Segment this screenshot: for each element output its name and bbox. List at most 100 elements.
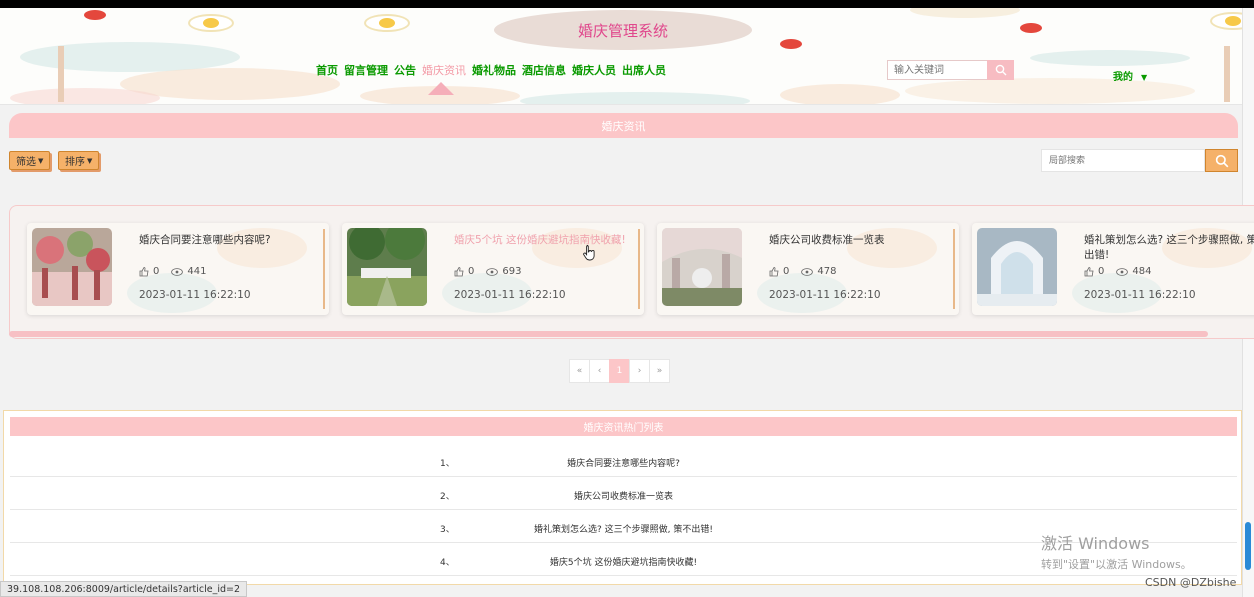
article-thumbnail[interactable] bbox=[662, 228, 742, 306]
strawberry-decoration bbox=[780, 39, 802, 49]
nav-item-wedding-news[interactable]: 婚庆资讯 bbox=[419, 63, 469, 79]
header-decoration bbox=[780, 84, 900, 104]
hot-list-link[interactable]: 婚庆5个坑 这份婚庆避坑指南快收藏! bbox=[370, 555, 877, 568]
sort-label: 排序 bbox=[65, 157, 85, 168]
like-count: 0 bbox=[468, 266, 475, 277]
article-thumbnail[interactable] bbox=[32, 228, 112, 306]
view-count: 441 bbox=[187, 266, 207, 277]
nav-item-wedding-items[interactable]: 婚礼物品 bbox=[469, 63, 519, 79]
page-last-button[interactable]: » bbox=[649, 359, 670, 383]
nav-active-marker bbox=[428, 82, 454, 95]
nav-item-notice[interactable]: 公告 bbox=[391, 63, 419, 79]
article-title[interactable]: 婚庆公司收费标准一览表 bbox=[769, 233, 957, 248]
egg-decoration bbox=[188, 14, 234, 32]
view-count: 484 bbox=[1132, 266, 1152, 277]
header-decoration bbox=[905, 78, 1195, 104]
strawberry-decoration bbox=[1020, 23, 1042, 33]
thumb-up-icon bbox=[454, 266, 464, 276]
caret-down-icon: ▼ bbox=[38, 156, 44, 165]
page-current[interactable]: 1 bbox=[609, 359, 630, 383]
filter-button[interactable]: 筛选 ▼ bbox=[9, 151, 51, 170]
article-title[interactable]: 婚庆5个坑 这份婚庆避坑指南快收藏! bbox=[454, 233, 642, 248]
egg-decoration bbox=[364, 14, 410, 32]
search-icon bbox=[1215, 154, 1228, 167]
page-first-button[interactable]: « bbox=[569, 359, 590, 383]
hot-list-link[interactable]: 婚礼策划怎么选? 这三个步骤照做, 策不出错! bbox=[370, 522, 877, 535]
carousel-scrollbar[interactable] bbox=[9, 331, 1208, 337]
thumb-up-icon bbox=[769, 266, 779, 276]
thumb-up-icon bbox=[1084, 266, 1094, 276]
hand-cursor-icon bbox=[583, 245, 595, 261]
article-card[interactable]: 婚庆5个坑 这份婚庆避坑指南快收藏! 0 693 2023-01-11 16:2… bbox=[342, 223, 644, 315]
eye-icon bbox=[486, 267, 499, 276]
user-menu-label: 我的 bbox=[1113, 72, 1133, 83]
article-date: 2023-01-11 16:22:10 bbox=[454, 289, 566, 301]
like-count: 0 bbox=[1098, 266, 1105, 277]
header-decoration bbox=[1030, 50, 1190, 66]
header-decoration bbox=[10, 88, 160, 104]
hot-list-link[interactable]: 婚庆合同要注意哪些内容呢? bbox=[370, 456, 877, 469]
nav-item-home[interactable]: 首页 bbox=[313, 63, 341, 79]
article-stats: 0 478 bbox=[769, 266, 836, 277]
watermark-line-2: 转到"设置"以激活 Windows。 bbox=[1041, 558, 1192, 571]
article-stats: 0 441 bbox=[139, 266, 206, 277]
hot-list-item[interactable]: 1、 婚庆合同要注意哪些内容呢? bbox=[10, 444, 1237, 477]
strawberry-decoration bbox=[84, 10, 106, 20]
main-nav: 首页 留言管理 公告 婚庆资讯 婚礼物品 酒店信息 婚庆人员 出席人员 bbox=[313, 63, 669, 79]
article-carousel: 婚庆合同要注意哪些内容呢? 0 441 2023-01-11 16:22:10 … bbox=[9, 205, 1254, 339]
eye-icon bbox=[171, 267, 184, 276]
article-date: 2023-01-11 16:22:10 bbox=[139, 289, 251, 301]
article-thumbnail[interactable] bbox=[347, 228, 427, 306]
article-card[interactable]: 婚庆公司收费标准一览表 0 478 2023-01-11 16:22:10 bbox=[657, 223, 959, 315]
windows-activation-watermark: 激活 Windows 转到"设置"以激活 Windows。 bbox=[1041, 530, 1192, 572]
nav-item-messages[interactable]: 留言管理 bbox=[341, 63, 391, 79]
header-decoration bbox=[910, 8, 1020, 18]
window-top-bar bbox=[0, 0, 1254, 8]
eye-icon bbox=[801, 267, 814, 276]
article-title[interactable]: 婚庆合同要注意哪些内容呢? bbox=[139, 233, 327, 248]
site-brand[interactable]: 婚庆管理系统 bbox=[494, 10, 752, 50]
filter-label: 筛选 bbox=[16, 157, 36, 168]
header-decoration bbox=[1224, 46, 1230, 102]
article-date: 2023-01-11 16:22:10 bbox=[769, 289, 881, 301]
nav-item-hotels[interactable]: 酒店信息 bbox=[519, 63, 569, 79]
article-stats: 0 484 bbox=[1084, 266, 1151, 277]
section-title: 婚庆资讯 bbox=[9, 113, 1238, 138]
header-decoration bbox=[58, 46, 64, 102]
pagination: « ‹ 1 › » bbox=[569, 359, 670, 383]
view-count: 478 bbox=[817, 266, 837, 277]
view-count: 693 bbox=[502, 266, 522, 277]
article-date: 2023-01-11 16:22:10 bbox=[1084, 289, 1196, 301]
hot-list-title: 婚庆资讯热门列表 bbox=[10, 417, 1237, 436]
watermark-line-1: 激活 Windows bbox=[1041, 534, 1150, 553]
article-title[interactable]: 婚礼策划怎么选? 这三个步骤照做, 策不出错! bbox=[1084, 233, 1254, 263]
caret-down-icon: ▼ bbox=[1141, 73, 1148, 82]
article-thumbnail[interactable] bbox=[977, 228, 1057, 306]
nav-item-wedding-staff[interactable]: 婚庆人员 bbox=[569, 63, 619, 79]
search-icon bbox=[995, 64, 1006, 76]
nav-item-attendees[interactable]: 出席人员 bbox=[619, 63, 669, 79]
local-search-button[interactable] bbox=[1205, 149, 1238, 172]
csdn-watermark: CSDN @DZbishe bbox=[1145, 576, 1237, 589]
eye-icon bbox=[1116, 267, 1129, 276]
like-count: 0 bbox=[783, 266, 790, 277]
article-card[interactable]: 婚庆合同要注意哪些内容呢? 0 441 2023-01-11 16:22:10 bbox=[27, 223, 329, 315]
window-scrollbar-thumb[interactable] bbox=[1245, 522, 1251, 570]
page-prev-button[interactable]: ‹ bbox=[589, 359, 610, 383]
caret-down-icon: ▼ bbox=[87, 156, 93, 165]
article-stats: 0 693 bbox=[454, 266, 521, 277]
user-menu[interactable]: 我的 ▼ bbox=[1113, 68, 1147, 83]
hot-list-link[interactable]: 婚庆公司收费标准一览表 bbox=[370, 489, 877, 502]
search-button[interactable] bbox=[987, 60, 1014, 80]
site-header: 婚庆管理系统 首页 留言管理 公告 婚庆资讯 婚礼物品 酒店信息 婚庆人员 出席… bbox=[0, 8, 1254, 105]
hot-list-item[interactable]: 2、 婚庆公司收费标准一览表 bbox=[10, 477, 1237, 510]
local-search-input[interactable] bbox=[1041, 149, 1205, 172]
header-decoration bbox=[520, 92, 750, 104]
site-title: 婚庆管理系统 bbox=[577, 21, 668, 40]
search-input[interactable] bbox=[887, 60, 987, 80]
sort-button[interactable]: 排序 ▼ bbox=[58, 151, 100, 170]
like-count: 0 bbox=[153, 266, 160, 277]
status-bar-url: 39.108.108.206:8009/article/details?arti… bbox=[0, 581, 248, 597]
article-card[interactable]: 婚礼策划怎么选? 这三个步骤照做, 策不出错! 0 484 2023-01-11… bbox=[972, 223, 1254, 315]
page-next-button[interactable]: › bbox=[629, 359, 650, 383]
